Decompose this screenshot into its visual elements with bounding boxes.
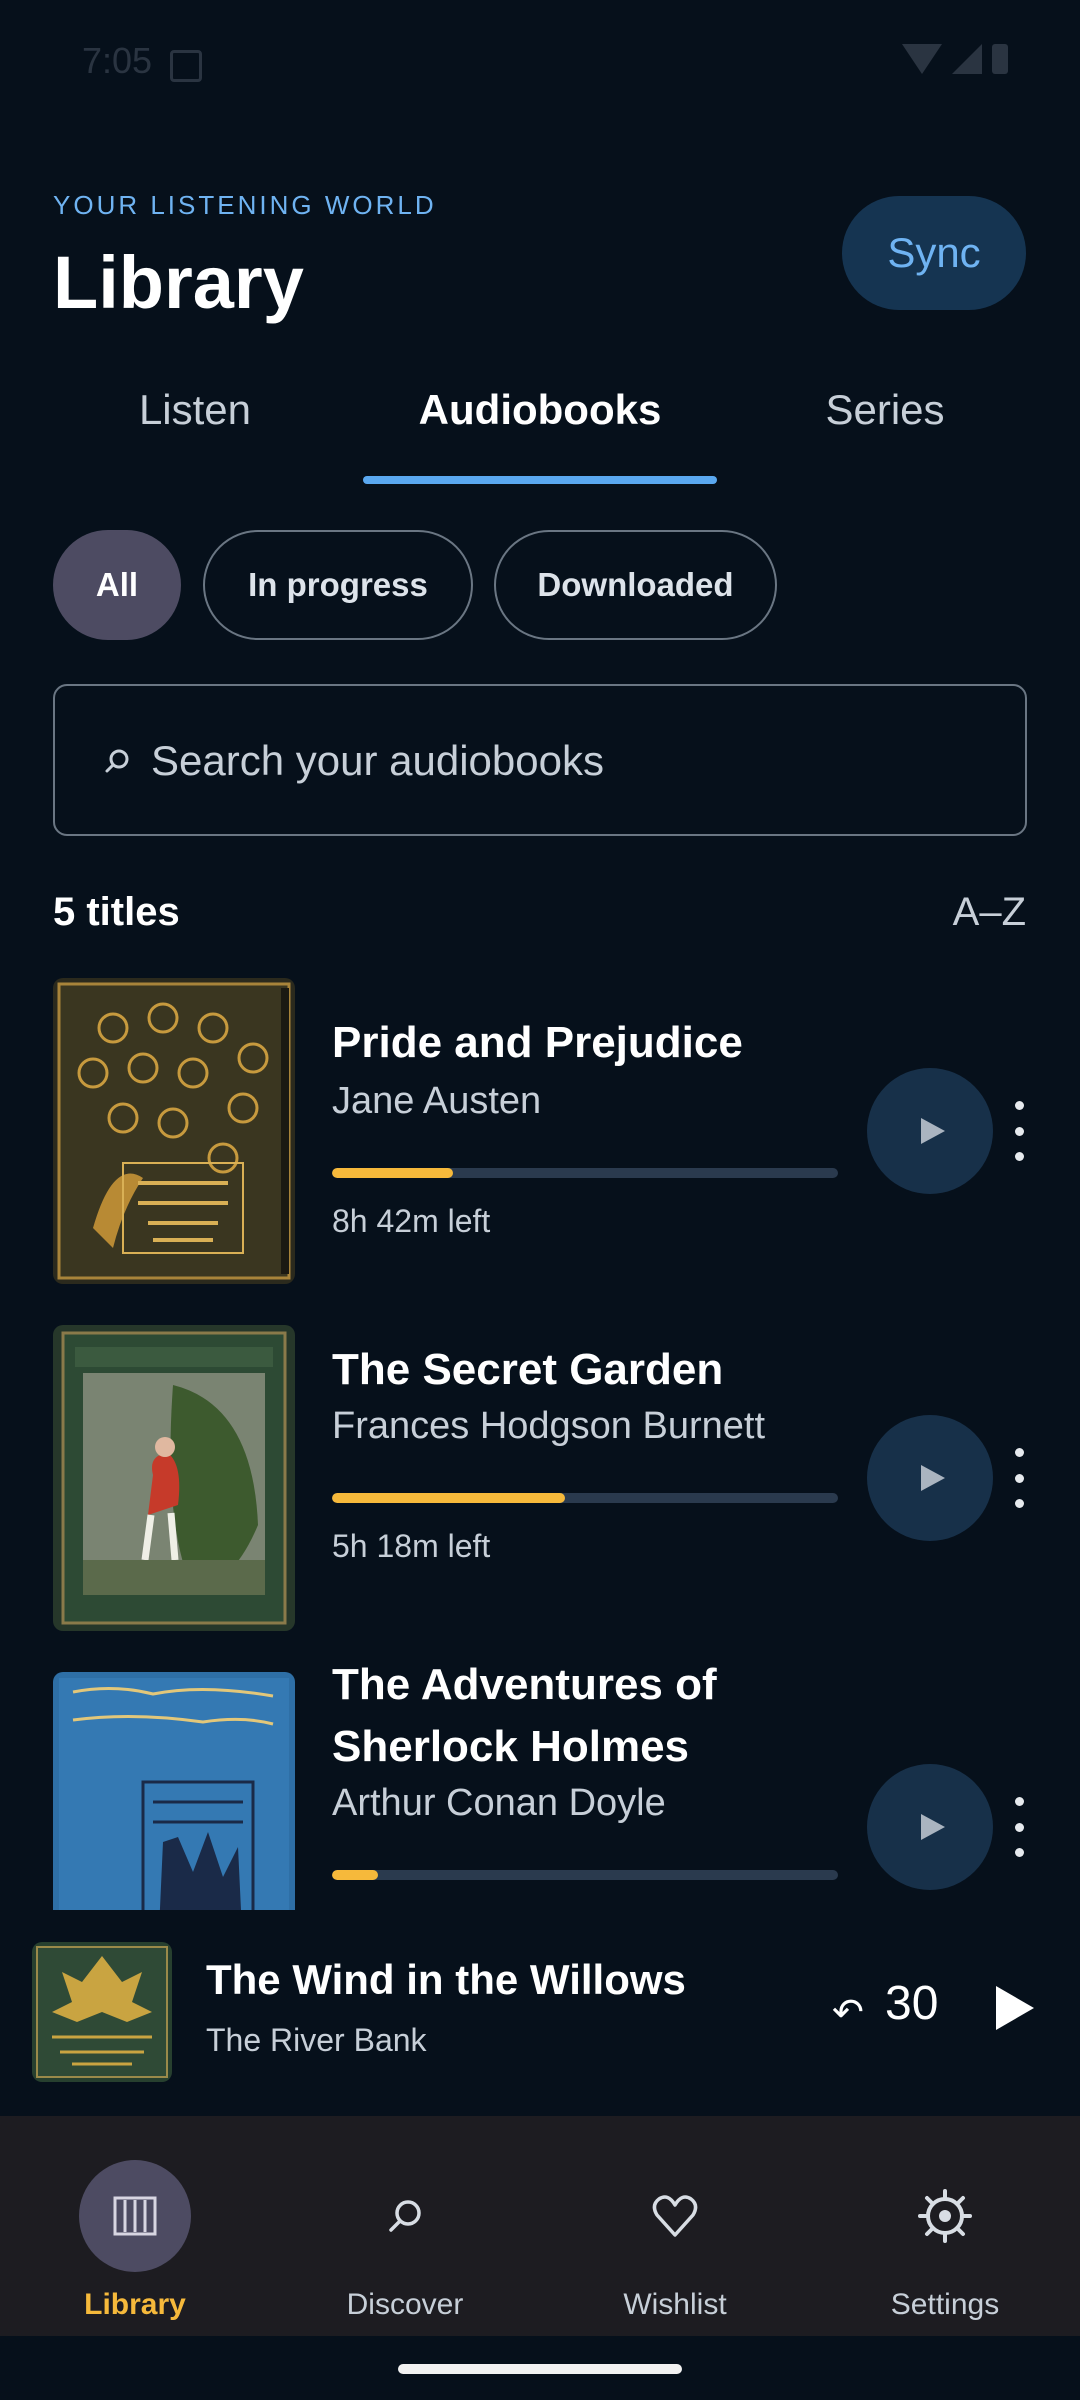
tab-bar: Listen Audiobooks Series (0, 360, 1080, 485)
progress-fill (332, 1168, 454, 1178)
nav-item-wishlist[interactable]: Wishlist (565, 2138, 785, 2321)
more-options-icon[interactable] (1008, 1101, 1030, 1161)
time-left: 5h 18m left (332, 1528, 491, 1564)
book-title: Pride and Prejudice (332, 1018, 743, 1067)
search-icon (349, 2160, 461, 2272)
book-author: Arthur Conan Doyle (332, 1782, 666, 1824)
play-button[interactable] (867, 1764, 993, 1890)
play-icon (921, 1465, 945, 1491)
title-count: 5 titles (53, 890, 180, 934)
nav-label: Library (84, 2288, 186, 2321)
list-item[interactable]: The Adventures of Sherlock Holmes Arthur… (0, 1654, 1080, 1910)
now-playing-chapter: The River Bank (206, 2022, 427, 2058)
status-time: 7:05 (82, 40, 153, 81)
progress-bar (332, 1870, 838, 1880)
nav-item-settings[interactable]: Settings (835, 2138, 1055, 2321)
wifi-icon (902, 44, 942, 74)
progress-bar (332, 1493, 838, 1503)
search-input[interactable] (149, 686, 1013, 836)
progress-bar (332, 1168, 838, 1178)
more-options-icon[interactable] (1008, 1797, 1030, 1857)
tab-series[interactable]: Series (730, 360, 1040, 460)
play-icon (921, 1814, 945, 1840)
book-title: The Secret Garden (332, 1345, 724, 1394)
gear-icon (889, 2160, 1001, 2272)
header-eyebrow: YOUR LISTENING WORLD (53, 190, 437, 220)
sort-button[interactable]: A–Z (953, 890, 1026, 935)
book-list: Pride and Prejudice Jane Austen 8h 42m l… (0, 960, 1080, 1910)
filter-chip-in-progress[interactable]: In progress (203, 530, 473, 640)
book-title: The Adventures of Sherlock Holmes (332, 1660, 717, 1771)
tab-indicator (363, 476, 717, 484)
play-icon[interactable] (996, 1986, 1034, 2030)
notification-icon (170, 50, 202, 82)
nav-label: Discover (346, 2288, 464, 2321)
bottom-nav: Library Discover Wishlist Settings (0, 2116, 1080, 2336)
nav-label: Wishlist (623, 2288, 727, 2321)
list-item[interactable]: Pride and Prejudice Jane Austen 8h 42m l… (0, 960, 1080, 1284)
sync-button[interactable]: Sync (842, 196, 1026, 310)
time-left: 8h 42m left (332, 1203, 491, 1239)
play-button[interactable] (867, 1415, 993, 1541)
play-button[interactable] (867, 1068, 993, 1194)
book-cover (53, 1325, 295, 1631)
book-cover (53, 1672, 295, 1910)
signal-icon (952, 44, 982, 74)
progress-fill (332, 1493, 565, 1503)
tab-audiobooks[interactable]: Audiobooks (363, 360, 717, 460)
status-bar: 7:05 (0, 0, 1080, 120)
nav-item-discover[interactable]: Discover (295, 2138, 515, 2321)
battery-icon (992, 44, 1008, 74)
book-author: Frances Hodgson Burnett (332, 1405, 766, 1447)
search-icon (105, 749, 129, 773)
nav-item-library[interactable]: Library (25, 2138, 245, 2321)
library-icon (79, 2160, 191, 2272)
rewind-icon[interactable]: ↶ (832, 1990, 864, 2035)
rewind-seconds[interactable]: 30 (885, 1976, 938, 2031)
more-options-icon[interactable] (1008, 1448, 1030, 1508)
mini-player[interactable]: The Wind in the Willows The River Bank ↶… (0, 1910, 1080, 2116)
filter-chip-downloaded[interactable]: Downloaded (494, 530, 777, 640)
page-title: Library (53, 241, 304, 324)
play-icon (921, 1118, 945, 1144)
progress-fill (332, 1870, 378, 1880)
now-playing-cover (32, 1942, 172, 2082)
home-indicator[interactable] (398, 2364, 682, 2374)
status-icons (902, 44, 1008, 74)
tab-listen[interactable]: Listen (40, 360, 350, 460)
book-author: Jane Austen (332, 1080, 542, 1122)
nav-label: Settings (890, 2288, 1000, 2321)
now-playing-title: The Wind in the Willows (206, 1956, 686, 2003)
book-cover (53, 978, 295, 1284)
filter-chip-all[interactable]: All (53, 530, 181, 640)
heart-icon (619, 2160, 731, 2272)
list-item[interactable]: The Secret Garden Frances Hodgson Burnet… (0, 1307, 1080, 1631)
search-box[interactable] (53, 684, 1027, 836)
